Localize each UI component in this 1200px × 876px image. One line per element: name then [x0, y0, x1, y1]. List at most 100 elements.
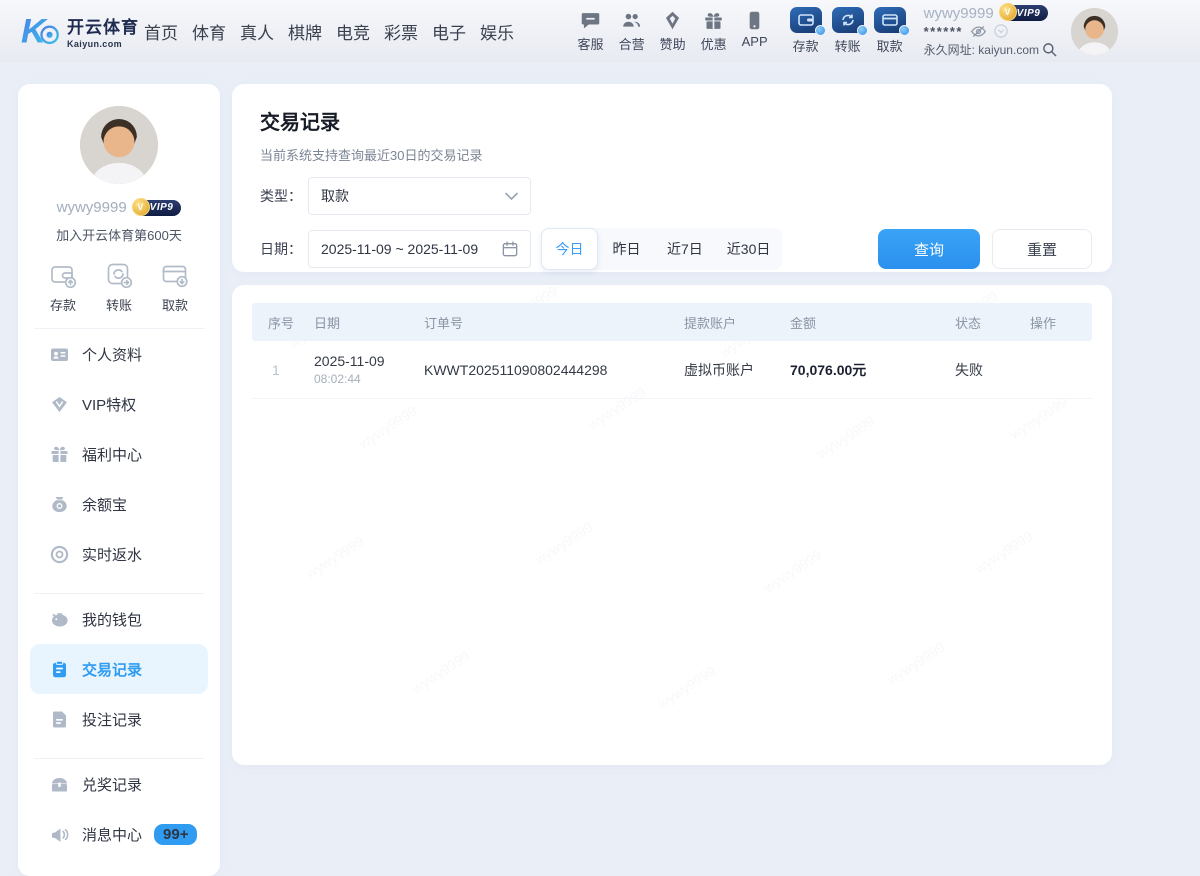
watermark-text: wywy9999	[1007, 393, 1071, 442]
vip-level: VIP9	[150, 202, 174, 213]
tool-label: 优惠	[701, 34, 727, 53]
profile-avatar[interactable]	[80, 106, 158, 184]
gift-menu-icon	[50, 445, 69, 464]
top-tools: 客服 合营 赞助	[578, 10, 768, 53]
nav-entertainment[interactable]: 娱乐	[480, 19, 514, 44]
masked-balance: ******	[924, 24, 963, 39]
nav-esports[interactable]: 电竞	[336, 19, 370, 44]
range-7days-button[interactable]: 近7日	[655, 228, 715, 270]
sidebar-transfer-button[interactable]: 转账	[105, 261, 133, 314]
cell-date: 2025-11-09 08:02:44	[314, 353, 424, 386]
card-outline-icon	[161, 261, 189, 289]
type-label: 类型：	[260, 186, 308, 206]
search-button[interactable]: 查询	[878, 229, 980, 269]
profile-username: wywy9999	[57, 199, 127, 216]
chevron-circle-icon[interactable]	[994, 24, 1008, 38]
withdraw-button[interactable]: 取款	[874, 7, 906, 55]
brand-domain: Kaiyun.com	[67, 39, 139, 49]
sidebar-item-transactions[interactable]: 交易记录	[30, 644, 208, 694]
menu-label: 我的钱包	[82, 609, 142, 630]
cell-order-no: KWWT202511090802444298	[424, 362, 684, 378]
sidebar-item-messages[interactable]: 消息中心 99+	[18, 809, 220, 859]
sidebar-deposit-button[interactable]: 存款	[49, 261, 77, 314]
brand-name: 开云体育	[67, 13, 139, 38]
date-filter-row: 日期： 2025-11-09 ~ 2025-11-09 今日 昨日 近7日 近3…	[260, 228, 1092, 270]
chat-icon	[580, 10, 601, 31]
nav-lottery[interactable]: 彩票	[384, 19, 418, 44]
wallet-outline-icon	[49, 261, 77, 289]
sidebar-item-rebate[interactable]: 实时返水	[18, 529, 220, 579]
sidebar-item-yuebao[interactable]: 余额宝	[18, 479, 220, 529]
nav-sports[interactable]: 体育	[192, 19, 226, 44]
range-30days-button[interactable]: 近30日	[715, 228, 783, 270]
customer-service-button[interactable]: 客服	[578, 10, 604, 53]
wallet-label: 存款	[793, 36, 819, 55]
range-today-button[interactable]: 今日	[541, 228, 598, 270]
eye-off-icon[interactable]	[970, 24, 987, 39]
app-download-button[interactable]: APP	[742, 10, 768, 53]
clipboard-icon	[50, 660, 69, 679]
records-panel: wywy9999 wywy9999 wywy9999 wywy9999 wywy…	[232, 285, 1112, 765]
table-header: 序号 日期 订单号 提款账户 金额 状态 操作	[252, 303, 1092, 341]
treasure-chest-icon	[50, 775, 69, 794]
type-select[interactable]: 取款	[308, 177, 531, 215]
sidebar-menu-other: 兑奖记录 消息中心 99+	[18, 759, 220, 859]
user-info: wywy9999 V VIP9 ****** 永久网址	[924, 5, 1057, 58]
menu-label: 余额宝	[82, 494, 127, 515]
page-title: 交易记录	[260, 106, 1092, 135]
withdraw-badge-icon	[899, 25, 910, 36]
reset-button[interactable]: 重置	[992, 229, 1092, 269]
user-avatar[interactable]	[1071, 8, 1118, 55]
col-status: 状态	[955, 313, 1030, 332]
watermark-text: wywy9999	[884, 638, 948, 687]
sidebar-withdraw-button[interactable]: 取款	[161, 261, 189, 314]
nav-live-casino[interactable]: 真人	[240, 19, 274, 44]
col-account: 提款账户	[684, 313, 790, 332]
wallet-label: 转账	[835, 36, 861, 55]
main-nav: 首页 体育 真人 棋牌 电竞 彩票 电子 娱乐	[144, 19, 514, 44]
partner-button[interactable]: 合营	[619, 10, 645, 53]
profile-identity: wywy9999 V VIP9	[57, 199, 182, 216]
sidebar-item-vip[interactable]: VIP特权	[18, 379, 220, 429]
date-range-input[interactable]: 2025-11-09 ~ 2025-11-09	[308, 230, 531, 268]
message-count-badge: 99+	[154, 824, 197, 845]
type-selected-value: 取款	[321, 186, 349, 206]
sidebar-item-welfare[interactable]: 福利中心	[18, 429, 220, 479]
watermark-text: wywy9999	[655, 662, 719, 711]
sidebar-menu-account: 个人资料 VIP特权 福利中心	[18, 329, 220, 579]
cell-account: 虚拟币账户	[684, 360, 790, 380]
table-row: 1 2025-11-09 08:02:44 KWWT20251109080244…	[252, 341, 1092, 399]
nav-board-games[interactable]: 棋牌	[288, 19, 322, 44]
transfer-button[interactable]: 转账	[832, 7, 864, 55]
deposit-button[interactable]: 存款	[790, 7, 822, 55]
sidebar-item-profile[interactable]: 个人资料	[18, 329, 220, 379]
col-order-no: 订单号	[424, 313, 684, 332]
withdraw-icon	[874, 7, 906, 33]
quick-range-group: 今日 昨日 近7日 近30日	[541, 228, 782, 270]
menu-label: 实时返水	[82, 544, 142, 565]
sponsor-button[interactable]: 赞助	[660, 10, 686, 53]
col-date: 日期	[314, 313, 424, 332]
range-yesterday-button[interactable]: 昨日	[598, 228, 655, 270]
date-range-value: 2025-11-09 ~ 2025-11-09	[321, 241, 478, 257]
sidebar-item-prizes[interactable]: 兑奖记录	[18, 759, 220, 809]
kaiyun-logo-icon: K	[20, 10, 62, 52]
nav-home[interactable]: 首页	[144, 19, 178, 44]
sidebar: wywy9999 V VIP9 加入开云体育第600天 存款	[18, 84, 220, 876]
cell-amount: 70,076.00元	[790, 360, 955, 380]
brand-logo[interactable]: K 开云体育 Kaiyun.com	[20, 10, 140, 52]
nav-slots[interactable]: 电子	[432, 19, 466, 44]
magnifier-icon[interactable]	[1042, 42, 1057, 57]
phone-icon	[744, 10, 765, 31]
sidebar-item-my-wallet[interactable]: 我的钱包	[18, 594, 220, 644]
chevron-down-icon	[505, 192, 518, 201]
tool-label: 合营	[619, 34, 645, 53]
menu-label: 个人资料	[82, 344, 142, 365]
sidebar-item-bets[interactable]: 投注记录	[18, 694, 220, 744]
col-index: 序号	[252, 313, 314, 332]
svg-text:K: K	[21, 12, 48, 50]
quick-action-label: 转账	[106, 295, 132, 314]
promotions-button[interactable]: 优惠	[701, 10, 727, 53]
menu-label: 交易记录	[82, 659, 142, 680]
calendar-icon	[502, 241, 518, 257]
